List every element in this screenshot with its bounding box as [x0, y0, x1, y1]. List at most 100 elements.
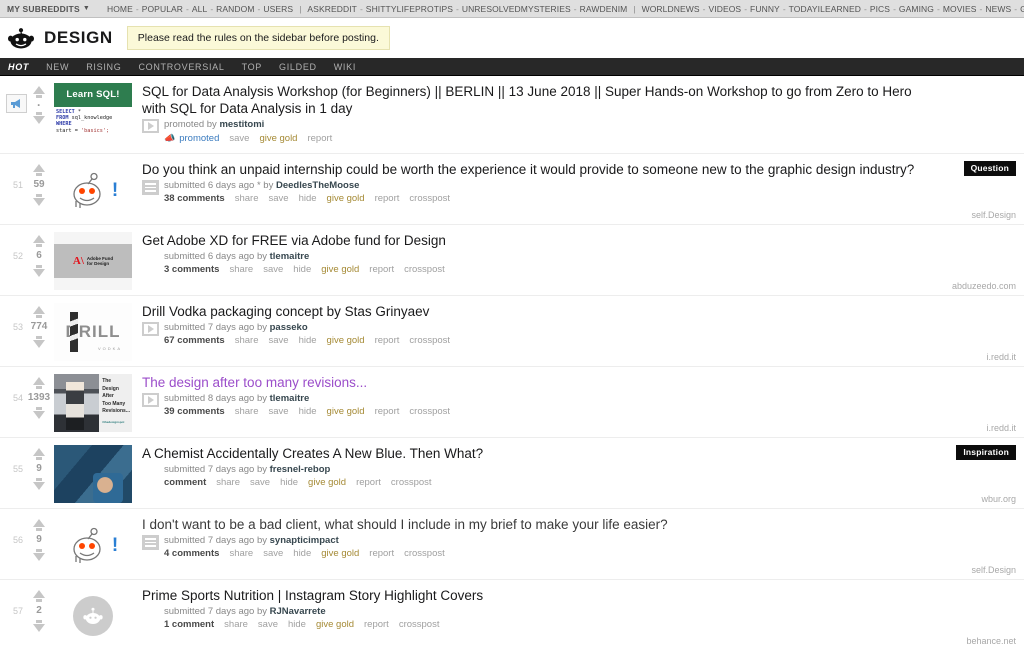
action-hide[interactable]: hide: [288, 618, 306, 632]
nav-link-popular[interactable]: POPULAR: [140, 4, 185, 14]
post-domain[interactable]: behance.net: [966, 636, 1016, 646]
downvote-button[interactable]: [33, 618, 45, 632]
nav-link-news[interactable]: NEWS: [983, 4, 1013, 14]
post-author-link[interactable]: tlemaitre: [270, 393, 310, 404]
tab-rising[interactable]: RISING: [86, 62, 132, 72]
post-author-link[interactable]: RJNavarrete: [270, 606, 326, 617]
action-hide[interactable]: hide: [299, 405, 317, 419]
post-title-link[interactable]: SQL for Data Analysis Workshop (for Begi…: [142, 83, 934, 117]
post-domain[interactable]: wbur.org: [981, 494, 1016, 504]
action-crosspost[interactable]: crosspost: [404, 263, 445, 277]
nav-link-all[interactable]: ALL: [190, 4, 209, 14]
post-thumbnail[interactable]: DRILL VODKA: [54, 303, 132, 361]
action-crosspost[interactable]: crosspost: [404, 547, 445, 561]
nav-link-worldnews[interactable]: WORLDNEWS: [640, 4, 702, 14]
upvote-button[interactable]: [33, 590, 45, 604]
tab-gilded[interactable]: GILDED: [279, 62, 328, 72]
downvote-button[interactable]: [33, 192, 45, 206]
post-author-link[interactable]: DeedlesTheMoose: [276, 180, 359, 191]
upvote-button[interactable]: [33, 377, 45, 391]
post-domain[interactable]: i.redd.it: [986, 423, 1016, 433]
post-thumbnail[interactable]: !: [54, 161, 132, 219]
tab-top[interactable]: TOP: [242, 62, 273, 72]
comments-link[interactable]: 1 comment: [164, 618, 214, 632]
action-save[interactable]: save: [269, 192, 289, 206]
comments-link[interactable]: 39 comments: [164, 405, 225, 419]
nav-link-todayilearned[interactable]: TODAYILEARNED: [787, 4, 863, 14]
post-domain[interactable]: abduzeedo.com: [952, 281, 1016, 291]
post-thumbnail[interactable]: !: [54, 516, 132, 574]
action-share[interactable]: share: [235, 405, 259, 419]
post-author-link[interactable]: mestitomi: [219, 119, 264, 130]
upvote-button[interactable]: [33, 519, 45, 533]
nav-link-gaming[interactable]: GAMING: [897, 4, 936, 14]
action-give-gold[interactable]: give gold: [316, 618, 354, 632]
action-hide[interactable]: hide: [293, 547, 311, 561]
action-share[interactable]: share: [216, 476, 240, 490]
action-report[interactable]: report: [369, 547, 394, 561]
action-crosspost[interactable]: crosspost: [399, 618, 440, 632]
downvote-button[interactable]: [33, 263, 45, 277]
post-thumbnail[interactable]: [54, 445, 132, 503]
downvote-button[interactable]: [33, 334, 45, 348]
post-title-link[interactable]: A Chemist Accidentally Creates A New Blu…: [142, 445, 934, 462]
my-subreddits-dropdown[interactable]: MY SUBREDDITS ▼: [4, 4, 93, 14]
action-share[interactable]: share: [224, 618, 248, 632]
post-title-link[interactable]: Prime Sports Nutrition | Instagram Story…: [142, 587, 934, 604]
post-author-link[interactable]: fresnel-rebop: [270, 464, 331, 475]
post-flair-badge[interactable]: Question: [963, 161, 1016, 176]
nav-link-funny[interactable]: FUNNY: [748, 4, 782, 14]
upvote-button[interactable]: [33, 235, 45, 249]
action-save[interactable]: save: [263, 547, 283, 561]
nav-link-home[interactable]: HOME: [105, 4, 135, 14]
nav-link-askreddit[interactable]: ASKREDDIT: [305, 4, 359, 14]
action-crosspost[interactable]: crosspost: [409, 334, 450, 348]
nav-link-videos[interactable]: VIDEOS: [706, 4, 743, 14]
action-report[interactable]: report: [375, 405, 400, 419]
action-save[interactable]: save: [269, 334, 289, 348]
action-give-gold[interactable]: give gold: [327, 405, 365, 419]
action-crosspost[interactable]: crosspost: [409, 192, 450, 206]
expando-selftext-icon[interactable]: [142, 180, 159, 195]
action-crosspost[interactable]: crosspost: [409, 405, 450, 419]
action-report[interactable]: report: [369, 263, 394, 277]
nav-link-rawdenim[interactable]: RAWDENIM: [578, 4, 630, 14]
downvote-button[interactable]: [33, 405, 45, 419]
nav-link-users[interactable]: USERS: [261, 4, 295, 14]
action-report[interactable]: report: [356, 476, 381, 490]
expando-selftext-icon[interactable]: [142, 535, 159, 550]
action-hide[interactable]: hide: [293, 263, 311, 277]
post-title-link[interactable]: I don't want to be a bad client, what sh…: [142, 516, 934, 533]
post-title-link[interactable]: The design after too many revisions...: [142, 374, 934, 391]
upvote-button[interactable]: [33, 306, 45, 320]
comments-link[interactable]: 38 comments: [164, 192, 225, 206]
action-give-gold[interactable]: give gold: [321, 547, 359, 561]
tab-hot[interactable]: HOT: [8, 62, 40, 72]
tab-wiki[interactable]: WIKI: [334, 62, 367, 72]
action-report[interactable]: report: [375, 334, 400, 348]
action-hide[interactable]: hide: [299, 192, 317, 206]
post-author-link[interactable]: synapticimpact: [270, 535, 339, 546]
upvote-button[interactable]: [33, 164, 45, 178]
subreddit-title[interactable]: DESIGN: [44, 28, 113, 48]
action-share[interactable]: share: [235, 192, 259, 206]
promoted-label[interactable]: promoted: [179, 132, 219, 146]
action-give-gold[interactable]: give gold: [327, 192, 365, 206]
action-crosspost[interactable]: crosspost: [391, 476, 432, 490]
comments-link[interactable]: comment: [164, 476, 206, 490]
post-domain[interactable]: i.redd.it: [986, 352, 1016, 362]
post-author-link[interactable]: tlemaitre: [270, 251, 310, 262]
post-title-link[interactable]: Drill Vodka packaging concept by Stas Gr…: [142, 303, 934, 320]
comments-link[interactable]: 67 comments: [164, 334, 225, 348]
upvote-button[interactable]: [33, 448, 45, 462]
action-share[interactable]: share: [229, 547, 253, 561]
post-thumbnail[interactable]: [54, 587, 132, 645]
action-give-gold[interactable]: give gold: [259, 132, 297, 146]
action-save[interactable]: save: [229, 132, 249, 146]
action-give-gold[interactable]: give gold: [327, 334, 365, 348]
expando-play-icon[interactable]: [142, 322, 159, 337]
action-give-gold[interactable]: give gold: [308, 476, 346, 490]
action-save[interactable]: save: [250, 476, 270, 490]
tab-new[interactable]: NEW: [46, 62, 80, 72]
nav-link-shittylifeprotips[interactable]: SHITTYLIFEPROTIPS: [364, 4, 455, 14]
